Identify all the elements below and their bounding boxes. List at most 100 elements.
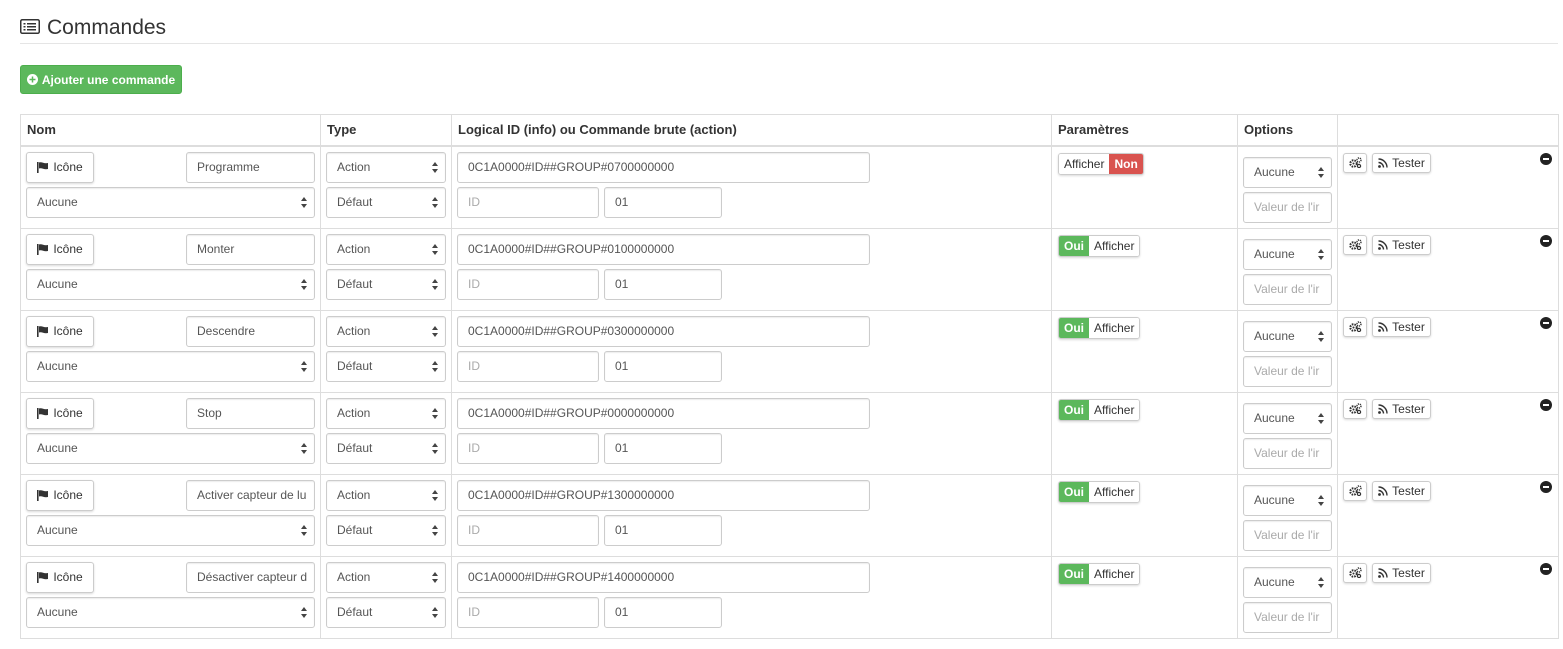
subtype-select[interactable]: Défaut bbox=[326, 186, 446, 218]
remove-command-icon[interactable] bbox=[1540, 234, 1552, 247]
unit-select[interactable]: Aucune bbox=[26, 432, 315, 464]
icon-choose-button[interactable]: Icône bbox=[26, 397, 94, 429]
test-button[interactable]: Tester bbox=[1372, 480, 1431, 501]
unit-select[interactable]: Aucune bbox=[26, 186, 315, 218]
logical-id-input[interactable]: 0C1A0000#ID##GROUP#0000000000 bbox=[457, 397, 870, 429]
column-header-type: Type bbox=[320, 114, 452, 147]
display-toggle[interactable]: Oui Afficher bbox=[1058, 398, 1141, 421]
test-button[interactable]: Tester bbox=[1372, 398, 1431, 419]
option-select[interactable]: Aucune bbox=[1243, 566, 1332, 598]
toggle-option-first[interactable]: Oui bbox=[1059, 481, 1089, 502]
option-select[interactable]: Aucune bbox=[1243, 484, 1332, 516]
type-select[interactable]: Action bbox=[326, 233, 446, 265]
subtype-select[interactable]: Défaut bbox=[326, 596, 446, 628]
type-select[interactable]: Action bbox=[326, 397, 446, 429]
subtype-select[interactable]: Défaut bbox=[326, 268, 446, 300]
configure-button[interactable] bbox=[1343, 480, 1367, 501]
option-select[interactable]: Aucune bbox=[1243, 320, 1332, 352]
unit-select[interactable]: Aucune bbox=[26, 350, 315, 382]
value-input[interactable]: Valeur de l'ir bbox=[1243, 191, 1332, 223]
unit-select[interactable]: Aucune bbox=[26, 596, 315, 628]
test-button[interactable]: Tester bbox=[1372, 316, 1431, 337]
toggle-option-second[interactable]: Afficher bbox=[1089, 235, 1140, 256]
logical-id-input[interactable]: 0C1A0000#ID##GROUP#0700000000 bbox=[457, 151, 870, 183]
id-value-input[interactable]: 01 bbox=[604, 596, 722, 628]
test-button[interactable]: Tester bbox=[1372, 562, 1431, 583]
type-select[interactable]: Action bbox=[326, 479, 446, 511]
id-input[interactable]: ID bbox=[457, 514, 599, 546]
toggle-option-first[interactable]: Afficher bbox=[1059, 153, 1110, 174]
id-input[interactable]: ID bbox=[457, 432, 599, 464]
name-input[interactable]: Descendre bbox=[186, 315, 315, 347]
unit-select[interactable]: Aucune bbox=[26, 268, 315, 300]
id-input[interactable]: ID bbox=[457, 596, 599, 628]
remove-command-icon[interactable] bbox=[1540, 316, 1552, 329]
id-input[interactable]: ID bbox=[457, 350, 599, 382]
display-toggle[interactable]: Oui Afficher bbox=[1058, 316, 1141, 339]
name-input[interactable]: Activer capteur de lu bbox=[186, 479, 315, 511]
logical-id-input[interactable]: 0C1A0000#ID##GROUP#1400000000 bbox=[457, 561, 870, 593]
test-button[interactable]: Tester bbox=[1372, 152, 1431, 173]
option-select[interactable]: Aucune bbox=[1243, 402, 1332, 434]
toggle-option-second[interactable]: Afficher bbox=[1089, 317, 1140, 338]
icon-choose-button[interactable]: Icône bbox=[26, 151, 94, 183]
type-select[interactable]: Action bbox=[326, 315, 446, 347]
configure-button[interactable] bbox=[1343, 398, 1367, 419]
value-input[interactable]: Valeur de l'ir bbox=[1243, 273, 1332, 305]
value-input[interactable]: Valeur de l'ir bbox=[1243, 355, 1332, 387]
toggle-option-first[interactable]: Oui bbox=[1059, 235, 1089, 256]
display-toggle[interactable]: Afficher Non bbox=[1058, 152, 1144, 175]
toggle-option-first[interactable]: Oui bbox=[1059, 563, 1089, 584]
id-value-input[interactable]: 01 bbox=[604, 514, 722, 546]
value-input[interactable]: Valeur de l'ir bbox=[1243, 519, 1332, 551]
toggle-option-second[interactable]: Non bbox=[1109, 153, 1143, 174]
type-select[interactable]: Action bbox=[326, 151, 446, 183]
option-select[interactable]: Aucune bbox=[1243, 238, 1332, 270]
configure-button[interactable] bbox=[1343, 316, 1367, 337]
logical-id-input[interactable]: 0C1A0000#ID##GROUP#0300000000 bbox=[457, 315, 870, 347]
value-input[interactable]: Valeur de l'ir bbox=[1243, 601, 1332, 633]
toggle-option-second[interactable]: Afficher bbox=[1089, 563, 1140, 584]
type-select[interactable]: Action bbox=[326, 561, 446, 593]
cell-nom: Icône Monter Aucune bbox=[20, 227, 321, 311]
configure-button[interactable] bbox=[1343, 152, 1367, 173]
display-toggle[interactable]: Oui Afficher bbox=[1058, 562, 1141, 585]
name-input[interactable]: Programme bbox=[186, 151, 315, 183]
remove-command-icon[interactable] bbox=[1540, 562, 1552, 575]
display-toggle[interactable]: Oui Afficher bbox=[1058, 480, 1141, 503]
name-input[interactable]: Désactiver capteur d bbox=[186, 561, 315, 593]
configure-button[interactable] bbox=[1343, 234, 1367, 255]
toggle-option-second[interactable]: Afficher bbox=[1089, 399, 1140, 420]
unit-select[interactable]: Aucune bbox=[26, 514, 315, 546]
subtype-select[interactable]: Défaut bbox=[326, 432, 446, 464]
remove-command-icon[interactable] bbox=[1540, 398, 1552, 411]
remove-command-icon[interactable] bbox=[1540, 480, 1552, 493]
logical-id-input[interactable]: 0C1A0000#ID##GROUP#1300000000 bbox=[457, 479, 870, 511]
display-toggle[interactable]: Oui Afficher bbox=[1058, 234, 1141, 257]
toggle-option-first[interactable]: Oui bbox=[1059, 399, 1089, 420]
subtype-select[interactable]: Défaut bbox=[326, 350, 446, 382]
name-input[interactable]: Monter bbox=[186, 233, 315, 265]
toggle-option-first[interactable]: Oui bbox=[1059, 317, 1089, 338]
subtype-select[interactable]: Défaut bbox=[326, 514, 446, 546]
option-select[interactable]: Aucune bbox=[1243, 156, 1332, 188]
logical-id-input[interactable]: 0C1A0000#ID##GROUP#0100000000 bbox=[457, 233, 870, 265]
id-value-input[interactable]: 01 bbox=[604, 268, 722, 300]
value-input[interactable]: Valeur de l'ir bbox=[1243, 437, 1332, 469]
name-input[interactable]: Stop bbox=[186, 397, 315, 429]
toggle-option-second[interactable]: Afficher bbox=[1089, 481, 1140, 502]
id-value-input[interactable]: 01 bbox=[604, 186, 722, 218]
configure-button[interactable] bbox=[1343, 562, 1367, 583]
id-value-input[interactable]: 01 bbox=[604, 350, 722, 382]
add-command-button[interactable]: Ajouter une commande bbox=[20, 65, 182, 94]
icon-choose-button[interactable]: Icône bbox=[26, 561, 94, 593]
test-button[interactable]: Tester bbox=[1372, 234, 1431, 255]
cogs-icon bbox=[1348, 321, 1362, 332]
remove-command-icon[interactable] bbox=[1540, 152, 1552, 165]
icon-choose-button[interactable]: Icône bbox=[26, 315, 94, 347]
icon-choose-button[interactable]: Icône bbox=[26, 233, 94, 265]
id-value-input[interactable]: 01 bbox=[604, 432, 722, 464]
id-input[interactable]: ID bbox=[457, 268, 599, 300]
id-input[interactable]: ID bbox=[457, 186, 599, 218]
icon-choose-button[interactable]: Icône bbox=[26, 479, 94, 511]
